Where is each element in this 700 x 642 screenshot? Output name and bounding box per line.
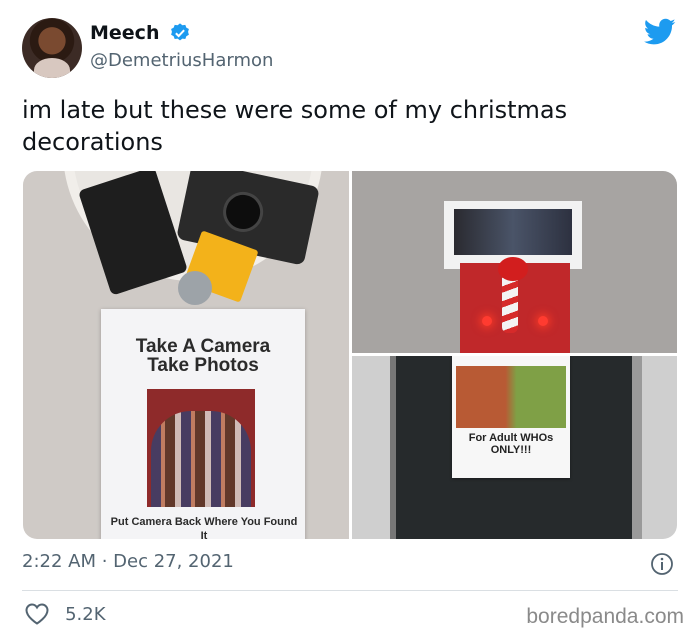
photo-card-sign: Take A Camera Take Photos Put Camera Bac… — [101, 309, 305, 539]
photo-cameras-basket[interactable]: Take A Camera Take Photos Put Camera Bac… — [23, 171, 349, 539]
tweet-timestamp[interactable]: 2:22 AM · Dec 27, 2021 — [22, 551, 234, 572]
card-footer: Put Camera Back Where You Found It We'll… — [110, 516, 298, 539]
fridge-sign: For Adult WHOs ONLY!!! — [452, 356, 570, 478]
author-handle[interactable]: @DemetriusHarmon — [90, 50, 273, 71]
photo-fridge-sign[interactable]: For Adult WHOs ONLY!!! — [352, 356, 677, 539]
divider — [22, 590, 678, 591]
info-icon[interactable] — [650, 552, 674, 576]
author-display-name[interactable]: Meech — [90, 22, 159, 44]
fridge-sign-caption: For Adult WHOs ONLY!!! — [468, 432, 554, 456]
avatar[interactable] — [22, 18, 82, 78]
tweet-header: Meech @DemetriusHarmon — [22, 18, 678, 80]
twitter-bird-icon[interactable] — [644, 18, 676, 46]
like-count: 5.2K — [65, 603, 106, 625]
card-title: Take A Camera Take Photos — [135, 336, 271, 376]
like-action[interactable]: 5.2K — [24, 602, 106, 626]
family-photo — [147, 389, 255, 507]
watermark: boredpanda.com — [526, 605, 684, 628]
heart-icon[interactable] — [24, 602, 50, 626]
media-grid: Take A Camera Take Photos Put Camera Bac… — [23, 171, 677, 539]
grinch-poster — [456, 366, 566, 428]
photo-candy-cane-box[interactable] — [352, 171, 677, 353]
tweet-text: im late but these were some of my christ… — [22, 96, 568, 156]
author-block: Meech @DemetriusHarmon — [90, 22, 273, 71]
verified-badge-icon — [170, 23, 189, 41]
